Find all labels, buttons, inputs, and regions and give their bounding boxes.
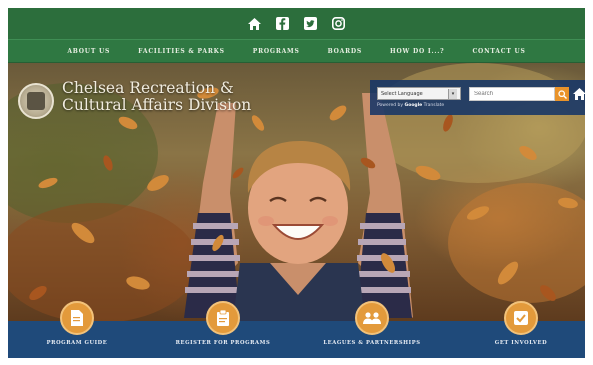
quick-link-label: Program Guide <box>46 340 108 346</box>
hero-banner: Chelsea Recreation & Cultural Affairs Di… <box>8 63 585 321</box>
chevron-down-icon: ▾ <box>448 88 457 99</box>
quick-link-program-guide[interactable]: Program Guide <box>8 301 152 346</box>
home-icon <box>572 88 585 100</box>
nav-boards[interactable]: BOARDS <box>314 48 376 55</box>
nav-contact-us[interactable]: CONTACT US <box>458 48 539 55</box>
quick-link-label: Leagues & Partnerships <box>323 340 421 346</box>
site-title-line1: Chelsea Recreation & <box>62 79 234 97</box>
nav-about-us[interactable]: ABOUT US <box>53 48 124 55</box>
search-button[interactable] <box>555 87 569 101</box>
document-icon <box>60 301 94 335</box>
facebook-icon[interactable] <box>275 16 291 32</box>
site-title-line2: Cultural Affairs Division <box>62 96 252 114</box>
translate-credit: Powered by Google Translate <box>377 103 444 108</box>
search-icon <box>557 89 567 99</box>
seal-emblem <box>27 92 45 110</box>
check-icon <box>504 301 538 335</box>
main-nav: ABOUT US FACILITIES & PARKS PROGRAMS BOA… <box>8 39 585 63</box>
language-select-value: Select Language <box>381 90 423 97</box>
website-frame: ABOUT US FACILITIES & PARKS PROGRAMS BOA… <box>8 8 585 358</box>
group-icon <box>355 301 389 335</box>
home-button[interactable] <box>572 87 585 101</box>
quick-link-label: Get Involved <box>494 340 548 346</box>
nav-how-do-i[interactable]: HOW DO I...? <box>376 48 458 55</box>
quick-link-leagues[interactable]: Leagues & Partnerships <box>297 301 447 346</box>
quick-links-bar: Program Guide Register for Programs Leag… <box>8 301 585 358</box>
language-select[interactable]: Select Language ▾ <box>377 87 461 100</box>
powered-by-text: Powered by <box>377 103 404 108</box>
twitter-icon[interactable] <box>303 16 319 32</box>
site-title[interactable]: Chelsea Recreation & Cultural Affairs Di… <box>62 80 262 114</box>
instagram-icon[interactable] <box>331 16 347 32</box>
quick-link-label: Register for Programs <box>175 340 271 346</box>
register-icon <box>206 301 240 335</box>
quick-link-get-involved[interactable]: Get Involved <box>446 301 585 346</box>
translate-link[interactable]: Translate <box>424 103 444 108</box>
google-brand-text[interactable]: Google <box>405 103 423 108</box>
nav-facilities-parks[interactable]: FACILITIES & PARKS <box>124 48 239 55</box>
search-input[interactable] <box>469 87 555 101</box>
home-icon[interactable] <box>247 16 263 32</box>
social-bar <box>8 8 585 39</box>
nav-programs[interactable]: PROGRAMS <box>239 48 314 55</box>
division-seal-logo[interactable] <box>18 83 54 119</box>
quick-link-register[interactable]: Register for Programs <box>148 301 298 346</box>
